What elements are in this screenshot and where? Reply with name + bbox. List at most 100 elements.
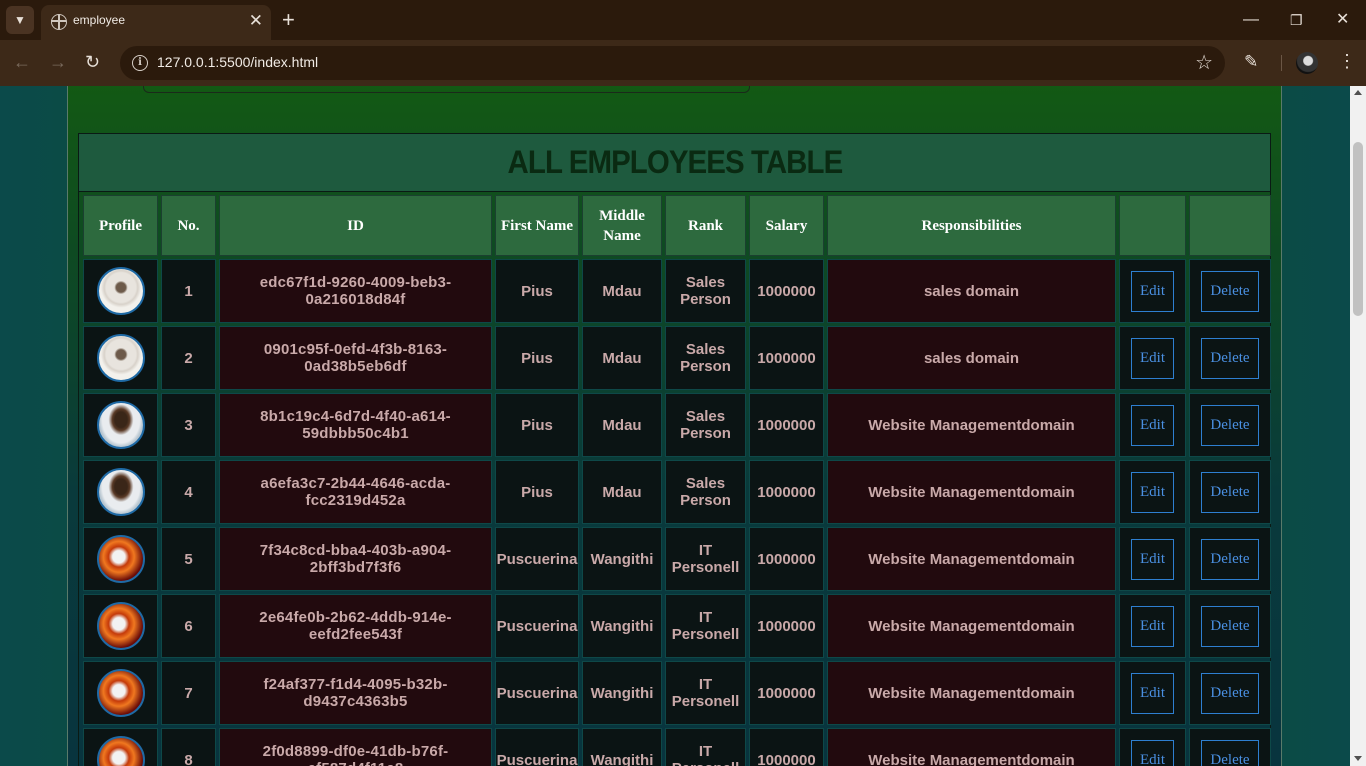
new-tab-icon[interactable]: + — [282, 8, 295, 32]
toolbar-divider — [1281, 55, 1282, 71]
edit-cell: Edit — [1119, 527, 1186, 591]
profile-photo — [96, 267, 145, 315]
middle-name-cell: Mdau — [582, 460, 662, 524]
first-name-cell: Pius — [495, 393, 579, 457]
globe-icon — [51, 14, 67, 30]
table-row: 2 0901c95f-0efd-4f3b-8163-0ad38b5eb6df Piu… — [83, 326, 1271, 390]
minimize-icon[interactable]: — — [1243, 8, 1259, 32]
first-name-cell: Puscuerina — [495, 527, 579, 591]
edit-cell: Edit — [1119, 393, 1186, 457]
number-cell: 6 — [161, 594, 216, 658]
edit-button[interactable]: Edit — [1131, 672, 1174, 714]
responsibilities-cell: Website Managementdomain — [827, 728, 1116, 766]
edit-cell: Edit — [1119, 460, 1186, 524]
back-icon[interactable]: ← — [13, 51, 31, 73]
header-id: ID — [219, 195, 492, 256]
table-row: 5 7f34c8cd-bba4-403b-a904-2bff3bd7f3f6 Pus… — [83, 527, 1271, 591]
salary-cell: 1000000 — [749, 460, 824, 524]
rank-cell: Sales Person — [665, 393, 746, 457]
delete-button[interactable]: Delete — [1201, 471, 1259, 513]
header-middle-name: Middle Name — [582, 195, 662, 256]
table-header-row: Profile No. ID First Name Middle Name Ra… — [83, 195, 1271, 256]
delete-button[interactable]: Delete — [1201, 270, 1259, 312]
edit-cell: Edit — [1119, 259, 1186, 323]
header-edit-column — [1119, 195, 1186, 256]
table-row: 7 f24af377-f1d4-4095-b32b-d9437c4363b5 Pus… — [83, 661, 1271, 725]
page-viewport: ALL EMPLOYEES TABLE Profile No. ID First… — [0, 86, 1350, 766]
url-text[interactable]: 127.0.0.1:5500/index.html — [157, 54, 318, 70]
rank-cell: Sales Person — [665, 326, 746, 390]
first-name-cell: Pius — [495, 259, 579, 323]
delete-cell: Delete — [1189, 326, 1271, 390]
browser-tab[interactable]: employee ✕ — [41, 5, 271, 40]
responsibilities-cell: Website Managementdomain — [827, 527, 1116, 591]
id-cell: 8b1c19c4-6d7d-4f40-a614-59dbbb50c4b1 — [219, 393, 492, 457]
delete-button[interactable]: Delete — [1201, 739, 1259, 766]
site-info-icon[interactable]: i — [132, 55, 148, 71]
edit-button[interactable]: Edit — [1131, 270, 1174, 312]
close-tab-icon[interactable]: ✕ — [249, 11, 263, 31]
delete-button[interactable]: Delete — [1201, 404, 1259, 446]
forward-icon[interactable]: → — [49, 51, 67, 73]
edit-cell: Edit — [1119, 594, 1186, 658]
middle-name-cell: Wangithi — [582, 728, 662, 766]
delete-cell: Delete — [1189, 259, 1271, 323]
tab-search-button[interactable]: ▼ — [6, 6, 34, 34]
delete-button[interactable]: Delete — [1201, 337, 1259, 379]
first-name-cell: Pius — [495, 326, 579, 390]
edit-button[interactable]: Edit — [1131, 471, 1174, 513]
chevron-down-icon: ▼ — [14, 13, 26, 27]
table-row: 82f0d8899-df0e-41db-b76f-ef587d4f11a8Pus… — [83, 728, 1271, 766]
table-row: 1 edc67f1d-9260-4009-beb3-0a216018d84f Piu… — [83, 259, 1271, 323]
more-menu-icon[interactable]: ⋮ — [1338, 51, 1356, 72]
scroll-up-arrow-icon[interactable] — [1354, 90, 1362, 95]
reload-icon[interactable]: ↻ — [85, 51, 100, 73]
profile-photo — [96, 736, 145, 766]
form-card-bottom-edge — [143, 86, 750, 93]
number-cell: 1 — [161, 259, 216, 323]
extensions-icon[interactable]: ✎ — [1244, 52, 1258, 72]
scrollbar-thumb[interactable] — [1353, 142, 1363, 316]
delete-button[interactable]: Delete — [1201, 538, 1259, 580]
salary-cell: 1000000 — [749, 527, 824, 591]
responsibilities-cell: Website Managementdomain — [827, 594, 1116, 658]
profile-cell — [83, 326, 158, 390]
responsibilities-cell: sales domain — [827, 326, 1116, 390]
responsibilities-cell: Website Managementdomain — [827, 460, 1116, 524]
rank-cell: IT Personell — [665, 728, 746, 766]
id-cell: 2f0d8899-df0e-41db-b76f-ef587d4f11a8 — [219, 728, 492, 766]
delete-cell: Delete — [1189, 728, 1271, 766]
id-cell: 2e64fe0b-2b62-4ddb-914e-eefd2fee543f — [219, 594, 492, 658]
edit-button[interactable]: Edit — [1131, 739, 1174, 766]
close-window-icon[interactable]: ✕ — [1336, 8, 1349, 32]
profile-cell — [83, 527, 158, 591]
edit-button[interactable]: Edit — [1131, 538, 1174, 580]
page-scrollbar[interactable] — [1350, 86, 1366, 766]
header-responsibilities: Responsibilities — [827, 195, 1116, 256]
tab-title: employee — [73, 13, 126, 27]
address-bar[interactable]: i 127.0.0.1:5500/index.html ☆ — [120, 46, 1225, 80]
header-salary: Salary — [749, 195, 824, 256]
browser-toolbar: ← → ↻ i 127.0.0.1:5500/index.html ☆ ✎ ⋮ — [0, 40, 1366, 86]
delete-button[interactable]: Delete — [1201, 605, 1259, 647]
edit-button[interactable]: Edit — [1131, 337, 1174, 379]
tab-strip: ▼ employee ✕ + — ❐ ✕ — [0, 0, 1366, 40]
id-cell: 7f34c8cd-bba4-403b-a904-2bff3bd7f3f6 — [219, 527, 492, 591]
profile-cell — [83, 661, 158, 725]
profile-avatar[interactable] — [1296, 52, 1318, 74]
table-row: 3 8b1c19c4-6d7d-4f40-a614-59dbbb50c4b1 Piu… — [83, 393, 1271, 457]
edit-button[interactable]: Edit — [1131, 404, 1174, 446]
number-cell: 8 — [161, 728, 216, 766]
responsibilities-cell: Website Managementdomain — [827, 661, 1116, 725]
bookmark-star-icon[interactable]: ☆ — [1195, 50, 1213, 75]
id-cell: edc67f1d-9260-4009-beb3-0a216018d84f — [219, 259, 492, 323]
profile-cell — [83, 594, 158, 658]
restore-icon[interactable]: ❐ — [1290, 8, 1303, 32]
delete-button[interactable]: Delete — [1201, 672, 1259, 714]
delete-cell: Delete — [1189, 661, 1271, 725]
rank-cell: IT Personell — [665, 527, 746, 591]
number-cell: 5 — [161, 527, 216, 591]
edit-button[interactable]: Edit — [1131, 605, 1174, 647]
profile-photo — [96, 468, 145, 516]
scroll-down-arrow-icon[interactable] — [1354, 756, 1362, 761]
